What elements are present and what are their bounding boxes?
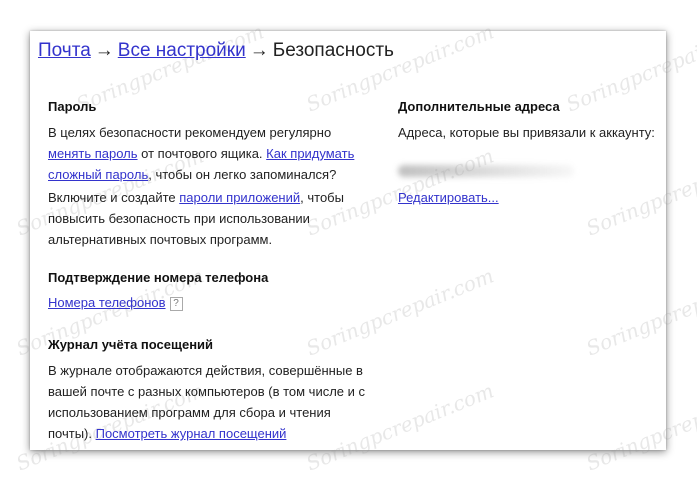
journal-text-line: почты). Посмотреть журнал посещений — [48, 423, 388, 444]
page-title: Безопасность — [272, 40, 394, 61]
password-text-fragment: , чтобы он легко запоминался? — [148, 167, 337, 182]
breadcrumb-mail-link[interactable]: Почта — [38, 40, 91, 61]
change-password-link[interactable]: менять пароль — [48, 146, 138, 161]
journal-text-line: В журнале отображаются действия, совершё… — [48, 363, 363, 378]
breadcrumb: Почта → Все настройки → Безопасность — [38, 40, 394, 62]
app-passwords-text: Включите и создайте пароли приложений, ч… — [48, 187, 378, 250]
breadcrumb-arrow: → — [94, 40, 114, 61]
view-journal-link[interactable]: Посмотреть журнал посещений — [96, 426, 287, 441]
app-passwords-fragment: , чтобы — [300, 190, 344, 205]
phone-numbers-link[interactable]: Номера телефонов — [48, 295, 166, 310]
journal-text-line: использованием программ для сбора и чтен… — [48, 405, 331, 420]
edit-addresses-wrap: Редактировать... — [398, 187, 499, 208]
password-text-line: менять пароль от почтового ящика. Как пр… — [48, 143, 378, 164]
breadcrumb-arrow: → — [249, 40, 269, 61]
help-icon[interactable]: ? — [169, 297, 183, 311]
journal-text-line: вашей почте с разных компьютеров (в том … — [48, 384, 366, 399]
journal-section-text: В журнале отображаются действия, совершё… — [48, 360, 388, 444]
password-text-fragment: от почтового ящика. — [137, 146, 267, 161]
breadcrumb-all-settings-link[interactable]: Все настройки — [118, 40, 246, 61]
app-passwords-line: альтернативных почтовых программ. — [48, 232, 273, 247]
app-passwords-link[interactable]: пароли приложений — [179, 190, 300, 205]
phone-section-body: Номера телефонов? — [48, 292, 183, 313]
edit-addresses-link[interactable]: Редактировать... — [398, 190, 499, 205]
password-text-line: В целях безопасности рекомендуем регуляр… — [48, 125, 332, 140]
how-to-create-password-link-cont[interactable]: сложный пароль — [48, 167, 148, 182]
password-section-title: Пароль — [48, 99, 97, 114]
app-passwords-line: повысить безопасность при использовании — [48, 211, 310, 226]
extra-addresses-desc: Адреса, которые вы привязали к аккаунту: — [398, 125, 655, 140]
how-to-create-password-link[interactable]: Как придумать — [266, 146, 354, 161]
phone-section-title: Подтверждение номера телефона — [48, 270, 269, 285]
journal-text-fragment: почты). — [48, 426, 96, 441]
password-section-text: В целях безопасности рекомендуем регуляр… — [48, 122, 378, 185]
app-passwords-fragment: Включите и создайте — [48, 190, 180, 205]
password-text-line: сложный пароль, чтобы он легко запоминал… — [48, 164, 378, 185]
journal-section-title: Журнал учёта посещений — [48, 337, 214, 352]
blurred-address — [398, 165, 574, 177]
app-passwords-line: Включите и создайте пароли приложений, ч… — [48, 187, 378, 208]
extra-addresses-title: Дополнительные адреса — [398, 99, 560, 114]
